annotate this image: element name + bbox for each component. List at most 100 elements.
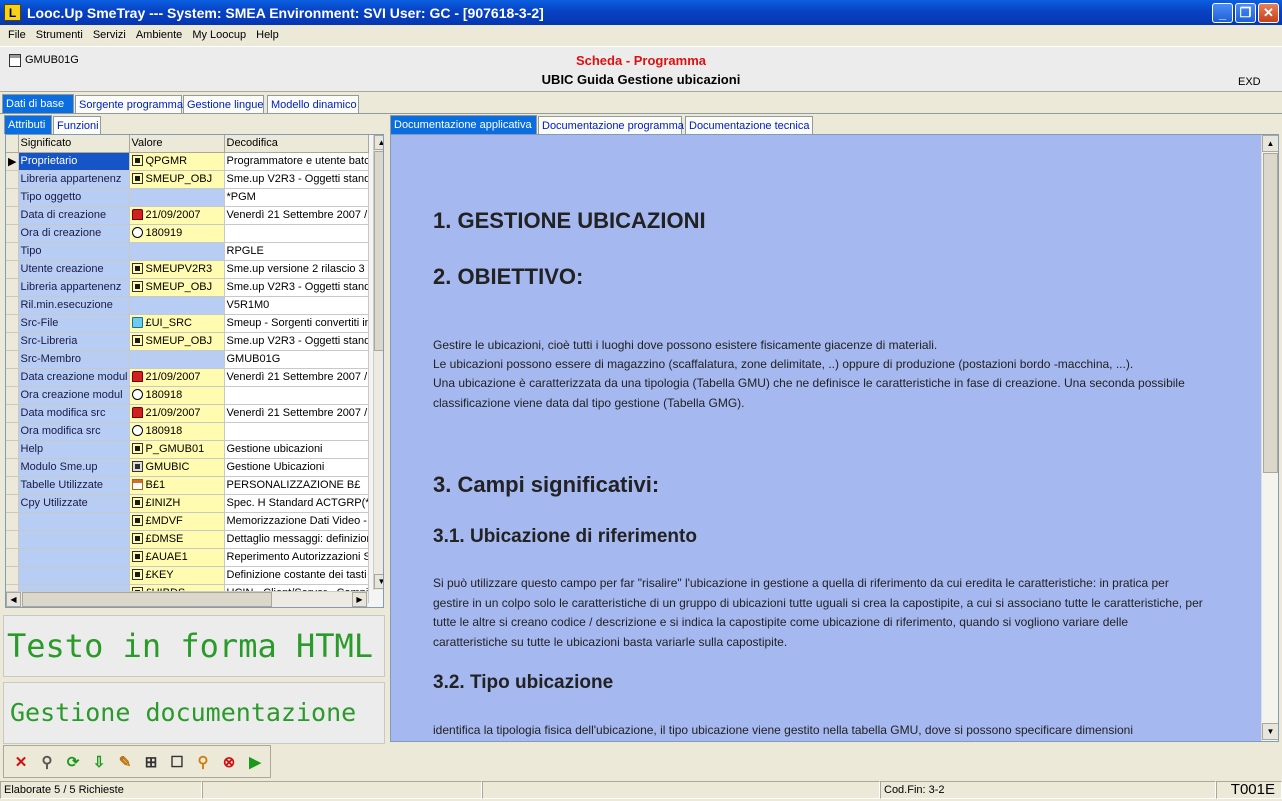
cell-valore[interactable]: QPGMR	[129, 152, 225, 171]
doc-scroll-down-icon[interactable]: ▼	[1262, 723, 1278, 740]
cell-significato[interactable]: Data creazione modul	[18, 368, 130, 387]
table-row[interactable]: Data di creazione 21/09/2007 Venerdì 21 Se…	[6, 206, 369, 225]
cell-decodifica[interactable]	[224, 224, 369, 243]
tab-sorgente-programma[interactable]: Sorgente programma	[75, 95, 183, 114]
cell-significato[interactable]: Ora di creazione	[18, 224, 130, 243]
doc-vertical-scrollbar[interactable]: ▲ ▼	[1261, 135, 1278, 741]
minimize-button[interactable]: _	[1212, 3, 1233, 23]
cell-valore[interactable]: 180919	[129, 224, 225, 243]
menu-strumenti[interactable]: Strumenti	[36, 29, 83, 41]
close-icon[interactable]: ✕	[10, 751, 32, 773]
row-indicator[interactable]	[6, 314, 19, 333]
exd-label[interactable]: EXD	[1238, 76, 1261, 88]
menu-my-loocup[interactable]: My Loocup	[192, 29, 246, 41]
menu-servizi[interactable]: Servizi	[93, 29, 126, 41]
cell-valore[interactable]	[129, 188, 225, 207]
column-significato[interactable]: Significato	[18, 135, 130, 153]
table-row[interactable]: Tipo oggetto *PGM	[6, 188, 369, 207]
table-row[interactable]: Src-File £UI_SRC Smeup - Sorgenti converti…	[6, 314, 369, 333]
scroll-down-icon[interactable]: ▼	[374, 574, 383, 589]
cell-valore[interactable]: SMEUP_OBJ	[129, 278, 225, 297]
table-row[interactable]: Cpy Utilizzate £INIZH Spec. H Standard ACT…	[6, 494, 369, 513]
cell-significato[interactable]: Utente creazione	[18, 260, 130, 279]
cell-valore[interactable]: £AUAE1	[129, 548, 225, 567]
documentation-button[interactable]: Gestione documentazione	[3, 682, 385, 744]
cell-decodifica[interactable]: Venerdì 21 Settembre 2007 /	[224, 206, 369, 225]
row-indicator[interactable]	[6, 206, 19, 225]
tab-modello-dinamico[interactable]: Modello dinamico	[267, 95, 359, 114]
row-indicator[interactable]	[6, 188, 19, 207]
table-row[interactable]: £AUAE1 Reperimento Autorizzazioni Sp	[6, 548, 369, 567]
cell-significato[interactable]: Data modifica src	[18, 404, 130, 423]
row-indicator[interactable]	[6, 332, 19, 351]
cell-significato[interactable]: Src-Membro	[18, 350, 130, 369]
cell-decodifica[interactable]: *PGM	[224, 188, 369, 207]
cell-decodifica[interactable]: Spec. H Standard ACTGRP(*C	[224, 494, 369, 513]
cell-decodifica[interactable]	[224, 422, 369, 441]
cell-valore[interactable]	[129, 350, 225, 369]
row-indicator[interactable]	[6, 404, 19, 423]
table-row[interactable]: Ora modifica src 180918	[6, 422, 369, 441]
tab-attributi[interactable]: Attributi	[4, 115, 52, 134]
table-row[interactable]: £MDVF Memorizzazione Dati Video - S	[6, 512, 369, 531]
table-row[interactable]: Tabelle Utilizzate B£1 PERSONALIZZAZIONE B…	[6, 476, 369, 495]
table-row[interactable]: Src-Membro GMUB01G	[6, 350, 369, 369]
table-row[interactable]: Data modifica src 21/09/2007 Venerdì 21 Se…	[6, 404, 369, 423]
cell-decodifica[interactable]: Gestione ubicazioni	[224, 440, 369, 459]
cell-significato[interactable]	[18, 566, 130, 585]
cell-decodifica[interactable]: V5R1M0	[224, 296, 369, 315]
table-row[interactable]: £KEY Definizione costante dei tasti f	[6, 566, 369, 585]
cell-decodifica[interactable]: Definizione costante dei tasti f	[224, 566, 369, 585]
cell-valore[interactable]: 21/09/2007	[129, 404, 225, 423]
cell-decodifica[interactable]: Memorizzazione Dati Video - S	[224, 512, 369, 531]
table-row[interactable]: Data creazione modul 21/09/2007 Venerdì 21…	[6, 368, 369, 387]
table-row[interactable]: Help P_GMUB01 Gestione ubicazioni	[6, 440, 369, 459]
note-icon[interactable]: ☐	[166, 751, 188, 773]
row-indicator[interactable]	[6, 548, 19, 567]
cell-significato[interactable]: Src-Libreria	[18, 332, 130, 351]
refresh-icon[interactable]: ⟳	[62, 751, 84, 773]
row-indicator[interactable]	[6, 494, 19, 513]
cell-decodifica[interactable]: PERSONALIZZAZIONE B£	[224, 476, 369, 495]
cell-valore[interactable]: 21/09/2007	[129, 368, 225, 387]
table-row[interactable]: Ora creazione modul 180918	[6, 386, 369, 405]
table-row[interactable]: Modulo Sme.up GMUBIC Gestione Ubicazioni	[6, 458, 369, 477]
search-icon[interactable]: ⚲	[36, 751, 58, 773]
table-row[interactable]: £DMSE Dettaglio messaggi: definizioni	[6, 530, 369, 549]
cell-significato[interactable]	[18, 512, 130, 531]
scroll-up-icon[interactable]: ▲	[374, 135, 383, 150]
cell-valore[interactable]: 21/09/2007	[129, 206, 225, 225]
row-indicator[interactable]	[6, 512, 19, 531]
close-window-button[interactable]: ✕	[1258, 3, 1279, 23]
row-indicator[interactable]	[6, 350, 19, 369]
cell-valore[interactable]: SMEUP_OBJ	[129, 170, 225, 189]
cell-decodifica[interactable]: Dettaglio messaggi: definizioni	[224, 530, 369, 549]
cell-significato[interactable]: Cpy Utilizzate	[18, 494, 130, 513]
cell-decodifica[interactable]: Sme.up V2R3 - Oggetti standard	[224, 170, 369, 189]
cell-valore[interactable]: B£1	[129, 476, 225, 495]
cell-decodifica[interactable]: Programmatore e utente batch	[224, 152, 369, 171]
export-icon[interactable]: ⇩	[88, 751, 110, 773]
row-indicator[interactable]	[6, 476, 19, 495]
cell-valore[interactable]: £DMSE	[129, 530, 225, 549]
grid-scroll-thumb[interactable]	[374, 151, 383, 351]
cart-icon[interactable]: ⊞	[140, 751, 162, 773]
cell-valore[interactable]: £MDVF	[129, 512, 225, 531]
cell-decodifica[interactable]: RPGLE	[224, 242, 369, 261]
row-indicator[interactable]	[6, 278, 19, 297]
grid-hscroll-thumb[interactable]	[22, 592, 272, 607]
play-icon[interactable]: ▶	[244, 751, 266, 773]
cell-valore[interactable]	[129, 242, 225, 261]
cell-decodifica[interactable]: Venerdì 21 Settembre 2007 /	[224, 368, 369, 387]
cell-significato[interactable]	[18, 530, 130, 549]
cell-decodifica[interactable]: GMUB01G	[224, 350, 369, 369]
row-indicator[interactable]	[6, 386, 19, 405]
tab-funzioni[interactable]: Funzioni	[53, 116, 101, 135]
table-row[interactable]: Ril.min.esecuzione V5R1M0	[6, 296, 369, 315]
cell-significato[interactable]: Ora modifica src	[18, 422, 130, 441]
column-valore[interactable]: Valore	[129, 135, 225, 153]
cell-significato[interactable]: Modulo Sme.up	[18, 458, 130, 477]
cell-decodifica[interactable]: Sme.up V2R3 - Oggetti standard	[224, 332, 369, 351]
cell-valore[interactable]: P_GMUB01	[129, 440, 225, 459]
cell-valore[interactable]: 180918	[129, 422, 225, 441]
